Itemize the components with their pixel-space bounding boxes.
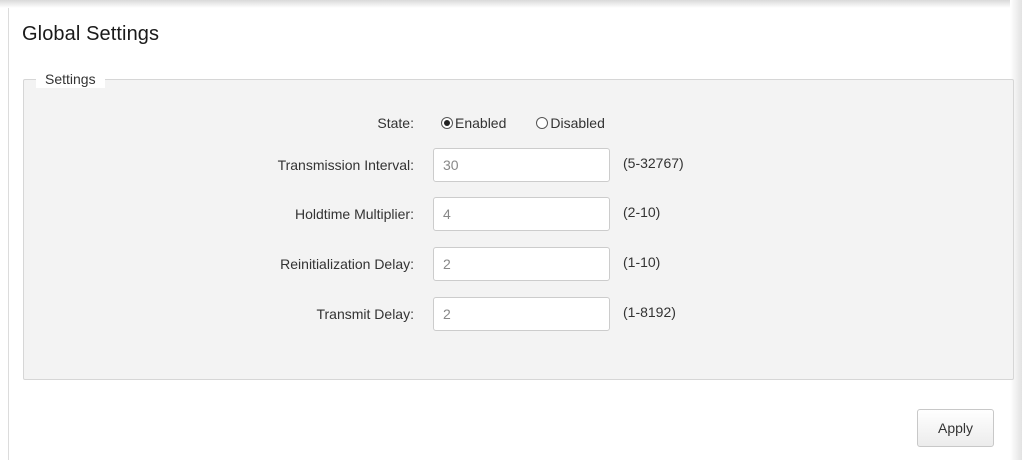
holdtime-multiplier-label: Holdtime Multiplier: (294, 206, 414, 222)
disabled-label: Disabled (550, 115, 605, 131)
holdtime-multiplier-row: Holdtime Multiplier: (2-10) (23, 197, 1014, 231)
state-row: State: Enabled Disabled (23, 106, 1014, 140)
reinitialization-delay-label: Reinitialization Delay: (280, 256, 414, 272)
state-option-enabled[interactable]: Enabled (441, 115, 506, 131)
reinitialization-delay-range: (1-10) (623, 254, 661, 270)
reinitialization-delay-row: Reinitialization Delay: (1-10) (23, 247, 1014, 281)
transmission-interval-input[interactable] (433, 148, 610, 182)
enabled-label: Enabled (455, 115, 507, 131)
state-label: State: (377, 115, 414, 131)
enabled-radio[interactable] (441, 117, 453, 129)
global-settings-page: Global Settings Settings State: Enabled … (0, 0, 1022, 460)
transmission-interval-row: Transmission Interval: (5-32767) (23, 148, 1014, 182)
settings-legend: Settings (36, 70, 105, 88)
holdtime-multiplier-range: (2-10) (623, 204, 661, 220)
reinitialization-delay-input[interactable] (433, 247, 610, 281)
transmit-delay-row: Transmit Delay: (1-8192) (23, 297, 1014, 331)
transmission-interval-label: Transmission Interval: (277, 157, 414, 173)
disabled-radio[interactable] (536, 117, 549, 129)
left-edge (8, 8, 9, 460)
transmission-interval-range: (5-32767) (623, 155, 684, 171)
transmit-delay-input[interactable] (433, 297, 610, 331)
page-title: Global Settings (22, 23, 160, 45)
state-option-disabled[interactable]: Disabled (536, 115, 605, 131)
transmit-delay-label: Transmit Delay: (316, 306, 414, 322)
apply-button[interactable]: Apply (917, 409, 994, 447)
state-radio-group: Enabled Disabled (441, 106, 635, 140)
holdtime-multiplier-input[interactable] (433, 197, 610, 231)
transmit-delay-range: (1-8192) (623, 304, 676, 320)
top-shadow (0, 0, 1022, 8)
